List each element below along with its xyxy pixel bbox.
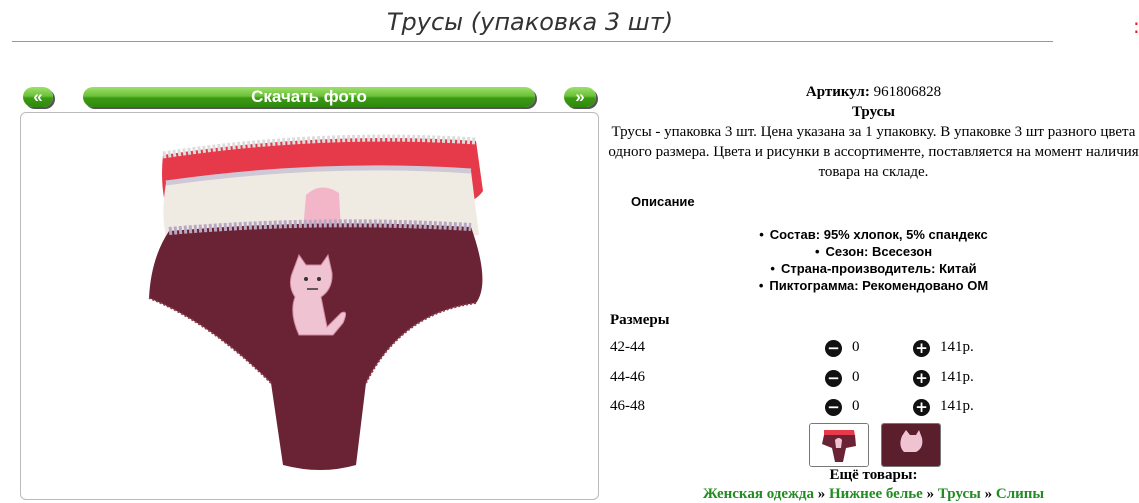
property-item: Сезон: Всесезон: [608, 243, 1139, 260]
minus-icon[interactable]: −: [825, 399, 842, 416]
sizes-heading: Размеры: [610, 312, 670, 328]
page-title: Трусы (упаковка 3 шт): [386, 8, 674, 36]
size-label: 44-46: [610, 369, 645, 385]
download-photo-button[interactable]: Скачать фото: [83, 87, 535, 107]
thumbnail-image: [810, 424, 868, 466]
thumbnail-1[interactable]: [809, 423, 869, 467]
quantity-value: 0: [852, 369, 860, 385]
thumbnail-image: [882, 424, 940, 466]
product-photo[interactable]: [20, 112, 599, 500]
quantity-value: 0: [852, 339, 860, 355]
size-row: 42-44 − 0 + 141р.: [610, 339, 1010, 359]
minus-icon[interactable]: −: [825, 370, 842, 387]
thumbnail-2[interactable]: [881, 423, 941, 467]
product-name: Трусы: [852, 104, 895, 120]
size-label: 42-44: [610, 339, 645, 355]
property-item: Состав: 95% хлопок, 5% спандекс: [608, 226, 1139, 243]
plus-icon[interactable]: +: [913, 370, 930, 387]
description-heading: Описание: [631, 194, 695, 209]
property-item: Пиктограмма: Рекомендовано ОМ: [608, 277, 1139, 294]
prev-photo-button[interactable]: «: [23, 87, 53, 107]
plus-icon[interactable]: +: [913, 399, 930, 416]
quantity-value: 0: [852, 398, 860, 414]
property-item: Страна-производитель: Китай: [608, 260, 1139, 277]
breadcrumb: Женская одежда » Нижнее белье » Трусы » …: [608, 486, 1139, 503]
property-list: Состав: 95% хлопок, 5% спандекс Сезон: В…: [608, 226, 1139, 294]
size-row: 44-46 − 0 + 141р.: [610, 369, 1010, 389]
minus-icon[interactable]: −: [825, 340, 842, 357]
price-value: 141р.: [940, 339, 974, 355]
size-label: 46-48: [610, 398, 645, 414]
product-info: Артикул: 961806828 Трусы Трусы - упаковк…: [608, 82, 1139, 182]
product-description: Трусы - упаковка 3 шт. Цена указана за 1…: [608, 124, 1139, 180]
corner-mark: :: [1133, 14, 1139, 38]
size-row: 46-48 − 0 + 141р.: [610, 398, 1010, 418]
product-image: [148, 134, 483, 470]
more-products-label: Ещё товары:: [829, 467, 918, 483]
price-value: 141р.: [940, 369, 974, 385]
sku-value: 961806828: [873, 84, 942, 100]
sku-label: Артикул:: [805, 84, 870, 100]
price-value: 141р.: [940, 398, 974, 414]
next-photo-button[interactable]: »: [564, 87, 596, 107]
title-divider: [12, 41, 1053, 42]
plus-icon[interactable]: +: [913, 340, 930, 357]
